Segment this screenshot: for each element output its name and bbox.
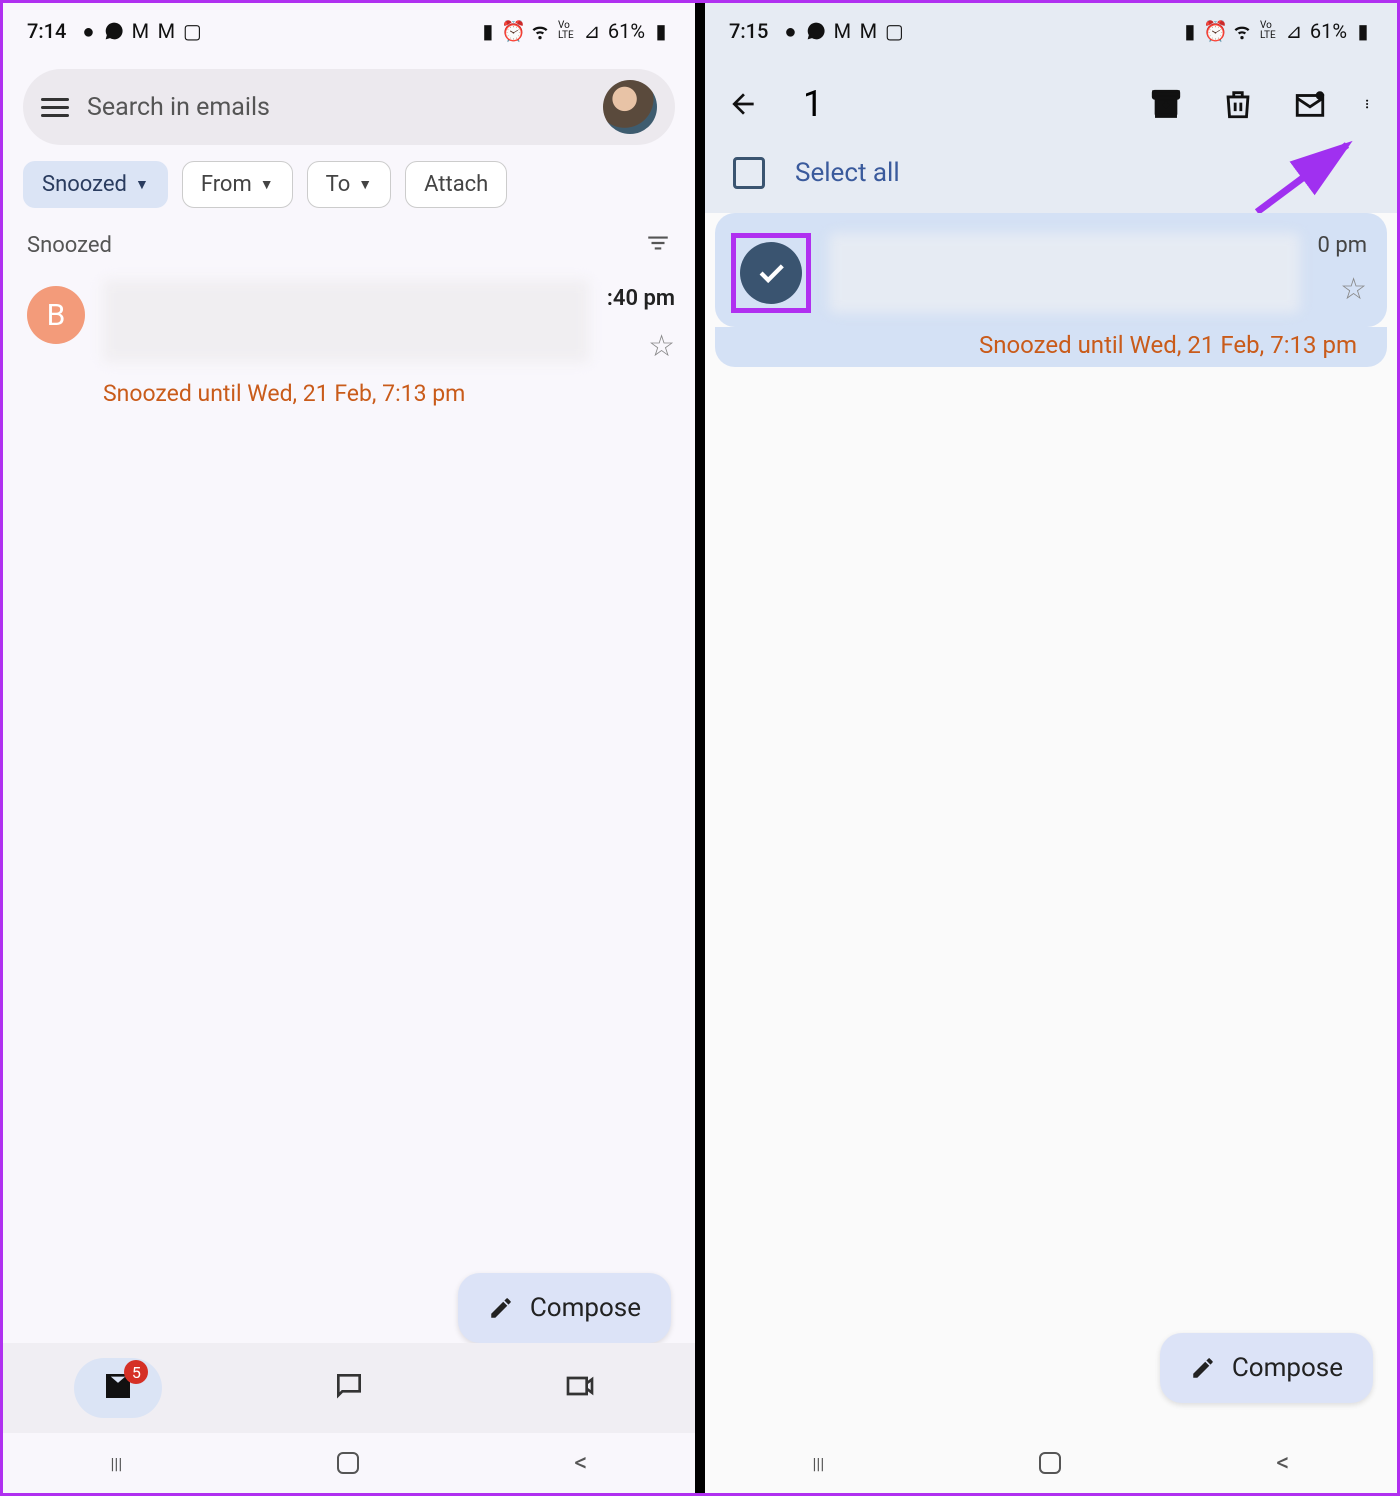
battery-icon: ▮	[1353, 21, 1373, 41]
search-placeholder: Search in emails	[87, 93, 585, 122]
compose-button[interactable]: Compose	[1160, 1333, 1373, 1403]
alarm-icon: ⏰	[1206, 21, 1226, 41]
snooze-label: Snoozed until Wed, 21 Feb, 7:13 pm	[715, 327, 1387, 367]
phone-screen-right: 7:15 ● M M ▢ ▮ ⏰ VoLTE ⊿ 61% ▮ 1	[705, 3, 1397, 1493]
gmail-icon: M	[832, 21, 852, 41]
check-icon	[754, 256, 788, 290]
system-nav: ||| <	[3, 1433, 695, 1493]
highlight-box	[731, 233, 811, 313]
hamburger-icon[interactable]	[41, 98, 69, 117]
mark-unread-icon[interactable]	[1293, 87, 1327, 121]
wifi-icon	[530, 21, 550, 41]
alarm-icon: ⏰	[504, 21, 524, 41]
status-time: 7:14	[27, 19, 66, 43]
pencil-icon	[1190, 1355, 1216, 1381]
star-icon[interactable]: ☆	[1340, 272, 1367, 307]
selected-count: 1	[803, 83, 1109, 125]
system-nav: ||| <	[705, 1433, 1397, 1493]
status-bar: 7:15 ● M M ▢ ▮ ⏰ VoLTE ⊿ 61% ▮	[705, 3, 1397, 59]
sender-avatar[interactable]: B	[27, 286, 85, 344]
caret-down-icon: ▼	[135, 176, 149, 193]
profile-avatar[interactable]	[603, 80, 657, 134]
select-all-label: Select all	[795, 158, 900, 188]
selected-check-avatar[interactable]	[740, 242, 802, 304]
phone-screen-left: 7:14 ● M M ▢ ▮ ⏰ VoLTE ⊿ 61% ▮ Search in…	[3, 3, 705, 1493]
email-list-item-selected[interactable]: 0 pm ☆	[715, 213, 1387, 327]
chat-bubble-icon: ●	[780, 21, 800, 41]
video-icon	[564, 1370, 596, 1402]
signal-icon: ⊿	[582, 21, 602, 41]
photo-icon: ▢	[884, 21, 904, 41]
email-list-item[interactable]: B :40 pm ☆	[3, 274, 695, 374]
filter-list-icon[interactable]	[645, 230, 671, 260]
star-icon[interactable]: ☆	[648, 329, 675, 364]
nav-mail[interactable]: 5	[74, 1358, 162, 1418]
email-preview-redacted	[103, 280, 589, 362]
chat-icon	[333, 1370, 365, 1402]
home-icon[interactable]	[1039, 1452, 1061, 1474]
chip-attachment[interactable]: Attach	[405, 161, 507, 208]
bottom-nav: 5	[3, 1343, 695, 1433]
battery-text: 61%	[608, 19, 645, 43]
nav-meet[interactable]	[536, 1358, 624, 1418]
back-icon[interactable]: <	[1276, 1448, 1289, 1478]
whatsapp-icon	[806, 21, 826, 41]
battery-saver-icon: ▮	[478, 21, 498, 41]
compose-label: Compose	[1232, 1353, 1343, 1383]
section-header: Snoozed	[3, 222, 695, 274]
status-time: 7:15	[729, 19, 768, 43]
volte-icon: VoLTE	[1258, 21, 1278, 41]
email-preview-redacted	[829, 233, 1300, 313]
caret-down-icon: ▼	[358, 176, 372, 193]
compose-button[interactable]: Compose	[458, 1273, 671, 1343]
battery-icon: ▮	[651, 21, 671, 41]
email-time: 0 pm	[1318, 233, 1367, 258]
archive-icon[interactable]	[1149, 87, 1183, 121]
signal-icon: ⊿	[1284, 21, 1304, 41]
wifi-icon	[1232, 21, 1252, 41]
nav-chat[interactable]	[305, 1358, 393, 1418]
pencil-icon	[488, 1295, 514, 1321]
filter-chips: Snoozed▼ From▼ To▼ Attach	[3, 161, 695, 222]
photo-icon: ▢	[182, 21, 202, 41]
chip-snoozed[interactable]: Snoozed▼	[23, 161, 168, 208]
snooze-label: Snoozed until Wed, 21 Feb, 7:13 pm	[3, 380, 695, 407]
status-bar: 7:14 ● M M ▢ ▮ ⏰ VoLTE ⊿ 61% ▮	[3, 3, 695, 59]
recents-icon[interactable]: |||	[813, 1454, 825, 1473]
selection-toolbar: 1	[705, 59, 1397, 143]
recents-icon[interactable]: |||	[111, 1454, 123, 1473]
battery-text: 61%	[1310, 19, 1347, 43]
delete-icon[interactable]	[1221, 87, 1255, 121]
compose-label: Compose	[530, 1293, 641, 1323]
section-label: Snoozed	[27, 233, 112, 258]
whatsapp-icon	[104, 21, 124, 41]
chat-bubble-icon: ●	[78, 21, 98, 41]
select-all-checkbox[interactable]	[733, 157, 765, 189]
search-bar[interactable]: Search in emails	[23, 69, 675, 145]
gmail-icon: M	[130, 21, 150, 41]
back-arrow-icon[interactable]	[727, 88, 759, 120]
home-icon[interactable]	[337, 1452, 359, 1474]
gmail-icon-2: M	[156, 21, 176, 41]
chip-from[interactable]: From▼	[182, 161, 293, 208]
select-all-row[interactable]: Select all	[705, 143, 1397, 213]
chip-to[interactable]: To▼	[307, 161, 391, 208]
battery-saver-icon: ▮	[1180, 21, 1200, 41]
back-icon[interactable]: <	[574, 1448, 587, 1478]
gmail-icon-2: M	[858, 21, 878, 41]
caret-down-icon: ▼	[260, 176, 274, 193]
volte-icon: VoLTE	[556, 21, 576, 41]
unread-badge: 5	[124, 1360, 148, 1384]
email-time: :40 pm	[607, 286, 675, 311]
more-vert-icon[interactable]	[1365, 87, 1375, 121]
